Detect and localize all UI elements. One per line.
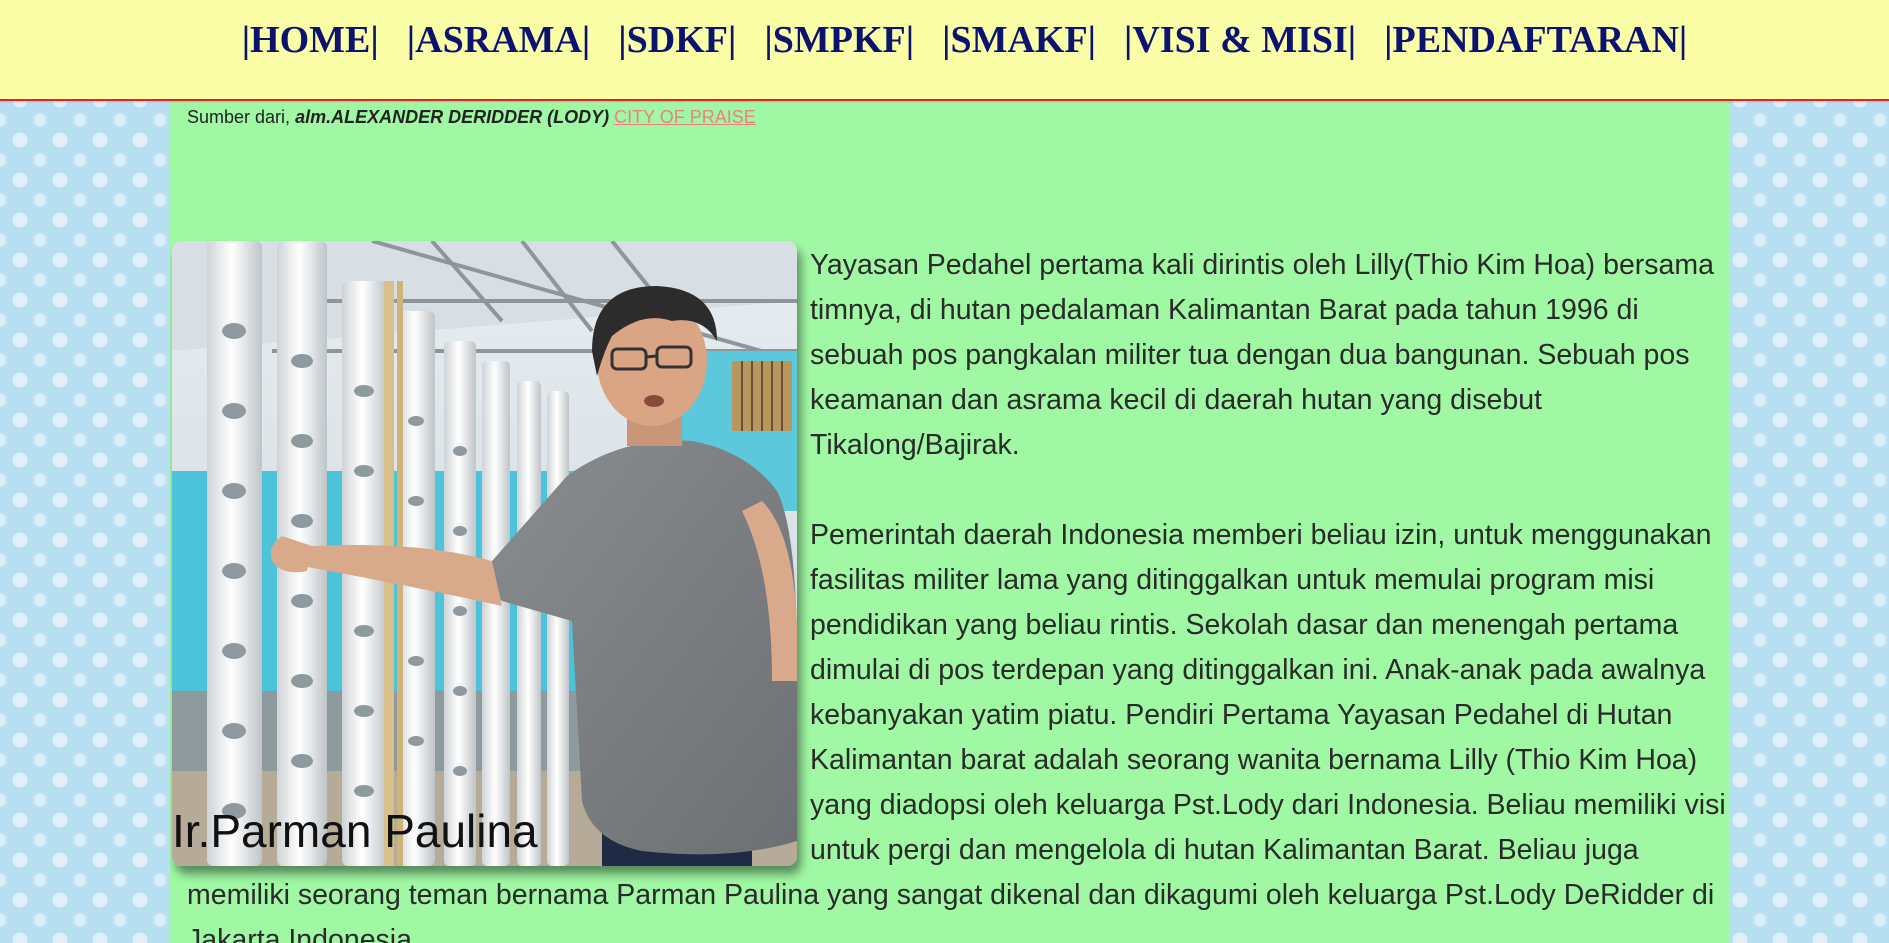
source-credit: Sumber dari, alm.ALEXANDER DERIDDER (LOD… [187, 107, 756, 128]
nav-item-home: |HOME| [242, 18, 379, 62]
nav-item-sdkf: |SDKF| [618, 18, 736, 62]
source-prefix: Sumber dari, [187, 107, 291, 127]
nav-item-visi-misi: |VISI & MISI| [1124, 18, 1356, 62]
article-body: Yayasan Pedahel pertama kali dirintis ol… [170, 241, 1730, 943]
source-link-city-of-praise[interactable]: CITY OF PRAISE [614, 107, 756, 127]
photo-float-spacer [170, 241, 810, 866]
nav-item-asrama: |ASRAMA| [407, 18, 591, 62]
nav-item-pendaftaran: |PENDAFTARAN| [1384, 18, 1687, 62]
nav-link-smakf[interactable]: |SMAKF| [942, 19, 1096, 61]
nav-link-asrama[interactable]: |ASRAMA| [407, 19, 591, 61]
nav-link-visi-misi[interactable]: |VISI & MISI| [1124, 19, 1356, 61]
nav-menu: |HOME| |ASRAMA| |SDKF| |SMPKF| |SMAKF| |… [0, 18, 1889, 62]
top-navigation-bar: |HOME| |ASRAMA| |SDKF| |SMPKF| |SMAKF| |… [0, 0, 1889, 101]
nav-item-smakf: |SMAKF| [942, 18, 1096, 62]
main-content: Sumber dari, alm.ALEXANDER DERIDDER (LOD… [170, 101, 1730, 943]
nav-link-smpkf[interactable]: |SMPKF| [764, 19, 914, 61]
nav-item-smpkf: |SMPKF| [764, 18, 914, 62]
nav-link-sdkf[interactable]: |SDKF| [618, 19, 736, 61]
nav-link-home[interactable]: |HOME| [242, 19, 379, 61]
source-author: alm.ALEXANDER DERIDDER (LODY) [295, 107, 610, 127]
nav-link-pendaftaran[interactable]: |PENDAFTARAN| [1384, 19, 1687, 61]
